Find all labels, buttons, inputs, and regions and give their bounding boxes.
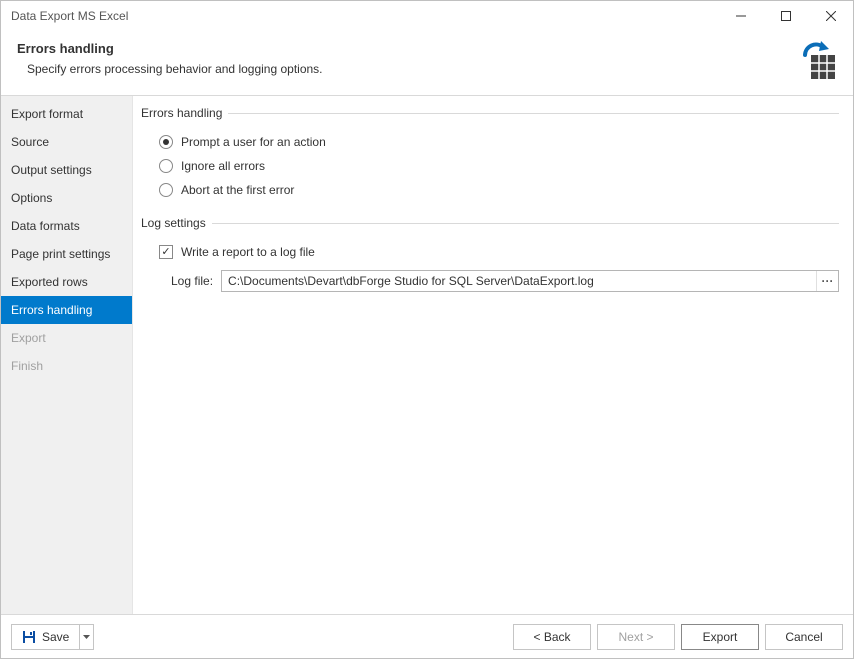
sidebar-item-options[interactable]: Options — [1, 184, 132, 212]
radio-ignore-label[interactable]: Ignore all errors — [181, 159, 265, 173]
sidebar-item-data-formats[interactable]: Data formats — [1, 212, 132, 240]
radio-prompt[interactable] — [159, 135, 173, 149]
group-divider — [212, 223, 839, 224]
header-text: Errors handling Specify errors processin… — [17, 41, 789, 76]
body: Export format Source Output settings Opt… — [1, 96, 853, 614]
sidebar-item-output-settings[interactable]: Output settings — [1, 156, 132, 184]
save-button-label: Save — [42, 630, 69, 644]
logfile-row: Log file: ··· — [141, 264, 839, 298]
sidebar-item-errors-handling[interactable]: Errors handling — [1, 296, 132, 324]
radio-row-abort[interactable]: Abort at the first error — [141, 178, 839, 202]
sidebar-item-export: Export — [1, 324, 132, 352]
header: Errors handling Specify errors processin… — [1, 31, 853, 96]
sidebar-item-finish: Finish — [1, 352, 132, 380]
sidebar-item-page-print-settings[interactable]: Page print settings — [1, 240, 132, 268]
group-legend: Errors handling — [141, 106, 228, 120]
window-title: Data Export MS Excel — [11, 9, 718, 23]
titlebar: Data Export MS Excel — [1, 1, 853, 31]
logfile-input[interactable] — [222, 271, 816, 291]
main-panel: Errors handling Prompt a user for an act… — [133, 96, 853, 614]
page-subtitle: Specify errors processing behavior and l… — [17, 62, 789, 76]
group-divider — [228, 113, 839, 114]
checkbox-write-report-label[interactable]: Write a report to a log file — [181, 245, 315, 259]
export-button[interactable]: Export — [681, 624, 759, 650]
save-dropdown-button[interactable] — [79, 625, 93, 649]
sidebar-item-export-format[interactable]: Export format — [1, 100, 132, 128]
save-button[interactable]: Save — [12, 625, 79, 649]
logfile-input-wrap: ··· — [221, 270, 839, 292]
export-excel-icon — [797, 41, 837, 81]
group-header: Log settings — [141, 216, 839, 230]
group-header: Errors handling — [141, 106, 839, 120]
radio-abort-label[interactable]: Abort at the first error — [181, 183, 294, 197]
radio-row-prompt[interactable]: Prompt a user for an action — [141, 130, 839, 154]
maximize-button[interactable] — [763, 1, 808, 31]
browse-button[interactable]: ··· — [816, 271, 838, 291]
cancel-button[interactable]: Cancel — [765, 624, 843, 650]
disk-icon — [22, 630, 36, 644]
chevron-down-icon — [83, 635, 90, 639]
close-button[interactable] — [808, 1, 853, 31]
footer: Save < Back Next > Export Cancel — [1, 614, 853, 658]
next-button: Next > — [597, 624, 675, 650]
sidebar-item-source[interactable]: Source — [1, 128, 132, 156]
check-row-write-report[interactable]: Write a report to a log file — [141, 240, 839, 264]
radio-prompt-label[interactable]: Prompt a user for an action — [181, 135, 326, 149]
back-button[interactable]: < Back — [513, 624, 591, 650]
sidebar: Export format Source Output settings Opt… — [1, 96, 133, 614]
radio-abort[interactable] — [159, 183, 173, 197]
logfile-label: Log file: — [171, 274, 213, 288]
page-title: Errors handling — [17, 41, 789, 56]
log-settings-group: Log settings Write a report to a log fil… — [141, 216, 839, 298]
errors-handling-group: Errors handling Prompt a user for an act… — [141, 106, 839, 202]
window-controls — [718, 1, 853, 31]
sidebar-item-exported-rows[interactable]: Exported rows — [1, 268, 132, 296]
radio-ignore[interactable] — [159, 159, 173, 173]
minimize-button[interactable] — [718, 1, 763, 31]
save-split-button[interactable]: Save — [11, 624, 94, 650]
checkbox-write-report[interactable] — [159, 245, 173, 259]
radio-row-ignore[interactable]: Ignore all errors — [141, 154, 839, 178]
group-legend: Log settings — [141, 216, 212, 230]
